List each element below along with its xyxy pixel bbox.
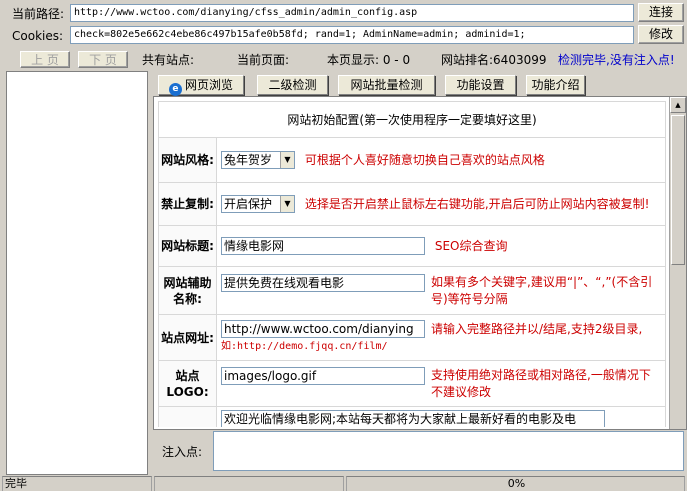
url-label: 站点网址:	[158, 314, 217, 361]
style-label: 网站风格:	[158, 137, 217, 183]
title-label: 网站标题:	[158, 225, 217, 267]
url-example: 如:http://demo.fjqq.cn/film/	[221, 341, 388, 352]
logo-input[interactable]: images/logo.gif	[221, 366, 425, 385]
content-scrollbar[interactable]: ▲	[669, 97, 686, 429]
current-page-text: 当前页面:	[237, 53, 290, 67]
copy-select-value: 开启保护	[224, 197, 273, 211]
tab-batch-check[interactable]: 网站批量检测	[338, 75, 435, 95]
desc-label	[158, 406, 217, 427]
next-page-button[interactable]: 下 页	[78, 51, 128, 68]
status-left: 完毕	[2, 476, 152, 491]
copy-note: 选择是否开启禁止鼠标左右键功能,开启后可防止网站内容被复制!	[304, 196, 650, 211]
title-note: SEO综合查询	[434, 238, 508, 253]
style-note: 可根据个人喜好随意切换自己喜欢的站点风格	[304, 152, 545, 167]
tab-intro[interactable]: 功能介绍	[526, 75, 585, 95]
config-table: 网站初始配置(第一次使用程序一定要填好这里) 网站风格: 兔年贺岁 ▼ 可根据个人…	[158, 101, 666, 427]
copy-select[interactable]: 开启保护 ▼	[221, 195, 295, 213]
sub-label: 网站辅助名称:	[158, 266, 217, 315]
modify-button[interactable]: 修改	[638, 25, 684, 44]
prev-page-button[interactable]: 上 页	[20, 51, 70, 68]
dropdown-arrow-icon: ▼	[280, 196, 294, 212]
status-text: 检测完毕,没有注入点!	[558, 53, 675, 67]
url-note: 请输入完整路径并以/结尾,支持2级目录,	[431, 321, 643, 336]
status-middle	[154, 476, 344, 491]
ie-icon: e	[168, 83, 182, 96]
scroll-up-icon[interactable]: ▲	[670, 97, 686, 113]
status-bar: 完毕 0%	[0, 476, 687, 491]
total-sites-text: 共有站点:	[142, 53, 195, 67]
title-input[interactable]: 情缘电影网	[221, 237, 425, 255]
path-label: 当前路径:	[12, 7, 65, 21]
logo-note: 支持使用绝对路径或相对路径,一般情况下不建议修改	[431, 367, 651, 399]
inject-textarea[interactable]	[213, 431, 684, 471]
dropdown-arrow-icon: ▼	[280, 152, 294, 168]
cookies-input[interactable]: check=802e5e662c4ebe86c497b15afe0b58fd; …	[70, 26, 634, 44]
sub-note: 如果有多个关键字,建议用“|”、“,”(不含引号)等符号分隔	[431, 274, 653, 306]
style-select[interactable]: 兔年贺岁 ▼	[221, 151, 295, 169]
url-input[interactable]: http://www.wctoo.com/dianying	[221, 320, 425, 338]
page-display-text: 本页显示: 0 - 0	[327, 53, 411, 67]
content-frame: 网站初始配置(第一次使用程序一定要填好这里) 网站风格: 兔年贺岁 ▼ 可根据个人…	[153, 96, 687, 430]
site-list-panel[interactable]	[6, 71, 148, 475]
sub-input[interactable]: 提供免费在线观看电影	[221, 273, 425, 292]
path-input[interactable]: http://www.wctoo.com/dianying/cfss_admin…	[70, 4, 634, 22]
rank-text: 网站排名:6403099	[441, 53, 547, 67]
progress-text: 0%	[346, 476, 685, 491]
tab-second-check[interactable]: 二级检测	[257, 75, 328, 95]
connect-button[interactable]: 连接	[638, 3, 684, 22]
desc-input[interactable]: 欢迎光临情缘电影网;本站每天都将为大家献上最新好看的电影及电	[221, 410, 605, 427]
copy-label: 禁止复制:	[158, 182, 217, 226]
tab-web-browse-label: 网页浏览	[184, 78, 233, 92]
style-select-value: 兔年贺岁	[224, 153, 273, 167]
scroll-thumb[interactable]	[671, 115, 685, 265]
tab-web-browse[interactable]: e 网页浏览	[158, 75, 244, 96]
logo-label: 站点LOGO:	[158, 360, 217, 407]
form-header: 网站初始配置(第一次使用程序一定要填好这里)	[158, 101, 666, 138]
cookies-label: Cookies:	[12, 29, 64, 43]
inject-label: 注入点:	[162, 445, 203, 459]
tab-settings[interactable]: 功能设置	[445, 75, 516, 95]
